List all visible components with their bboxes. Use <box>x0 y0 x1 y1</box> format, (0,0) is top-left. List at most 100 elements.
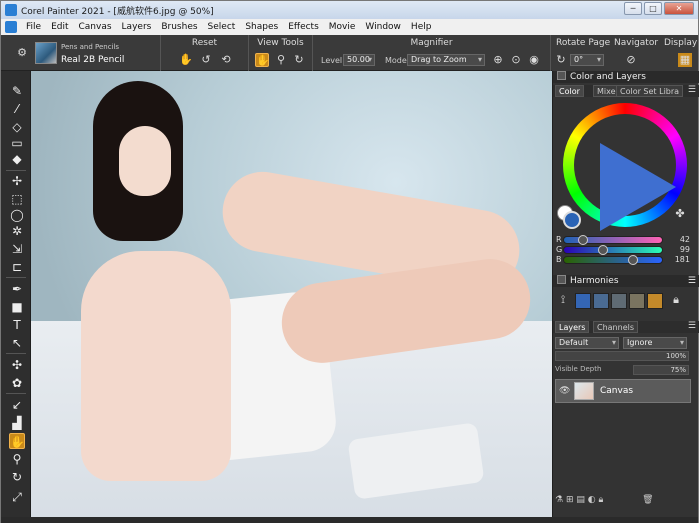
reset-rotate-icon[interactable]: ↺ <box>199 53 213 67</box>
menu-brushes[interactable]: Brushes <box>156 22 202 32</box>
menu-file[interactable]: File <box>21 22 46 32</box>
saturation-value-triangle[interactable] <box>600 143 676 231</box>
display-header[interactable]: Display <box>664 38 697 48</box>
lock-layer-icon[interactable]: 🔒︎ <box>599 495 604 505</box>
zoom-actual-icon[interactable]: ⊙ <box>509 53 523 67</box>
shape-select-icon[interactable]: ↖ <box>9 335 25 351</box>
fullscreen-toggle-icon[interactable]: ⤢ <box>9 489 25 505</box>
menu-movie[interactable]: Movie <box>324 22 361 32</box>
paint-bucket-icon[interactable]: ◇ <box>9 119 25 135</box>
b-value[interactable]: 181 <box>675 255 690 264</box>
harmonies-header[interactable]: Harmonies ☰ <box>553 275 699 287</box>
minimize-button[interactable]: ─ <box>624 2 642 15</box>
opacity-slider[interactable]: 100% <box>555 351 689 361</box>
harmony-swatch-4[interactable] <box>629 293 645 309</box>
new-layer-icon[interactable]: ⊞ <box>566 495 574 505</box>
magnifier-icon[interactable]: ⚲ <box>9 451 25 467</box>
app-menu-icon[interactable] <box>5 21 17 33</box>
harmonies-menu-icon[interactable]: ☰ <box>688 275 696 287</box>
level-dropdown[interactable]: 50.00 <box>343 54 375 66</box>
delete-layer-icon[interactable]: 🗑︎ <box>642 495 653 505</box>
text-tool-icon[interactable]: T <box>9 317 25 333</box>
close-button[interactable]: ✕ <box>664 2 694 15</box>
navigator-compass-icon[interactable]: ⊘ <box>624 53 638 67</box>
brush-selector[interactable]: ⚙ Pens and Pencils Real 2B Pencil <box>11 35 161 71</box>
composite-method-dropdown[interactable]: Default <box>555 337 619 349</box>
shape-tool-icon[interactable]: ■ <box>9 299 25 315</box>
layer-adjuster-icon[interactable]: ✢ <box>9 173 25 189</box>
harmony-swatch-2[interactable] <box>593 293 609 309</box>
mask-icon[interactable]: ◐ <box>588 495 596 505</box>
brush-tool-icon[interactable]: ✎ <box>9 83 25 99</box>
menu-select[interactable]: Select <box>203 22 241 32</box>
menu-canvas[interactable]: Canvas <box>74 22 117 32</box>
harmony-lock-icon[interactable]: 🔒︎ <box>669 293 683 307</box>
rubber-stamp-icon[interactable]: ✿ <box>9 375 25 391</box>
rotate-reset-icon[interactable]: ↻ <box>554 53 568 67</box>
menu-shapes[interactable]: Shapes <box>240 22 283 32</box>
menu-effects[interactable]: Effects <box>283 22 324 32</box>
magnifier-tool-icon[interactable]: ⚲ <box>274 53 288 67</box>
main-color-swatch[interactable] <box>563 211 581 229</box>
composite-depth-dropdown[interactable]: Ignore <box>623 337 687 349</box>
hue-ring[interactable] <box>563 103 687 231</box>
g-value[interactable]: 99 <box>680 245 690 254</box>
g-slider[interactable] <box>563 245 663 255</box>
layers-menu-icon[interactable]: ☰ <box>688 321 696 331</box>
reset-tool-icon[interactable]: ✋ <box>179 53 193 67</box>
tab-color[interactable]: Color <box>555 85 584 97</box>
grabber-tool-icon[interactable]: ✋ <box>255 53 270 67</box>
harmony-link-icon[interactable]: ⟟ <box>556 293 570 307</box>
menu-layers[interactable]: Layers <box>117 22 157 32</box>
layer-row-canvas[interactable]: 👁︎ Canvas <box>555 379 691 403</box>
group-layers-icon[interactable]: ▤ <box>576 495 585 505</box>
rotate-tool-icon[interactable]: ↻ <box>9 469 25 485</box>
tab-color-set-libraries[interactable]: Color Set Libra <box>616 85 684 97</box>
dab-settings-icon[interactable]: ⚙ <box>15 46 29 60</box>
crop-tool-icon[interactable]: ⊏ <box>9 259 25 275</box>
magic-wand-icon[interactable]: ✲ <box>9 223 25 239</box>
b-slider[interactable] <box>563 255 663 265</box>
visible-depth-slider[interactable]: 75% <box>633 365 689 375</box>
transform-tool-icon[interactable]: ⇲ <box>9 241 25 257</box>
harmony-swatch-3[interactable] <box>611 293 627 309</box>
clone-tool-icon[interactable]: ✣ <box>9 357 25 373</box>
reset-all-icon[interactable]: ⟲ <box>219 53 233 67</box>
harmonies-toggle-icon[interactable] <box>557 275 566 284</box>
layer-name[interactable]: Canvas <box>600 386 633 396</box>
brush-thumbnail[interactable] <box>35 42 57 64</box>
eraser-tool-icon[interactable]: ◆ <box>9 151 25 167</box>
color-layers-header[interactable]: Color and Layers <box>553 71 699 83</box>
mirror-tool-icon[interactable]: ↙ <box>9 397 25 413</box>
lasso-tool-icon[interactable]: ◯ <box>9 207 25 223</box>
display-mode-icon[interactable]: ▦ <box>678 53 692 67</box>
layer-effects-icon[interactable]: ⚗ <box>555 495 563 505</box>
zoom-fit-icon[interactable]: ⊕ <box>491 53 505 67</box>
r-slider[interactable] <box>563 235 663 245</box>
maximize-button[interactable]: □ <box>644 2 662 15</box>
menu-window[interactable]: Window <box>360 22 406 32</box>
document-canvas[interactable] <box>31 71 552 517</box>
harmony-swatch-1[interactable] <box>575 293 591 309</box>
color-panel-menu-icon[interactable]: ☰ <box>688 85 696 95</box>
grabber-tool-icon-2[interactable]: ✋ <box>9 433 25 449</box>
mode-dropdown[interactable]: Drag to Zoom <box>407 54 485 66</box>
panel-toggle-icon[interactable] <box>557 71 566 80</box>
fill-tool-icon[interactable]: ▭ <box>9 135 25 151</box>
zoom-100-icon[interactable]: ◉ <box>527 53 541 67</box>
rect-select-icon[interactable]: ⬚ <box>9 191 25 207</box>
divine-proportion-icon[interactable]: ▟ <box>9 415 25 431</box>
visibility-eye-icon[interactable]: 👁︎ <box>559 386 570 396</box>
tab-layers[interactable]: Layers <box>555 321 590 333</box>
rotate-angle-field[interactable]: 0° <box>570 54 604 66</box>
dropper-tool-icon[interactable]: ⁄ <box>9 101 25 117</box>
harmony-swatch-5[interactable] <box>647 293 663 309</box>
r-value[interactable]: 42 <box>680 235 690 244</box>
menu-edit[interactable]: Edit <box>46 22 73 32</box>
tab-channels[interactable]: Channels <box>593 321 639 333</box>
navigator-header[interactable]: Navigator <box>614 38 658 48</box>
pen-tool-icon[interactable]: ✒ <box>9 281 25 297</box>
rotate-page-tool-icon[interactable]: ↻ <box>292 53 306 67</box>
clone-color-icon[interactable]: ✤ <box>673 207 687 221</box>
menu-help[interactable]: Help <box>406 22 437 32</box>
